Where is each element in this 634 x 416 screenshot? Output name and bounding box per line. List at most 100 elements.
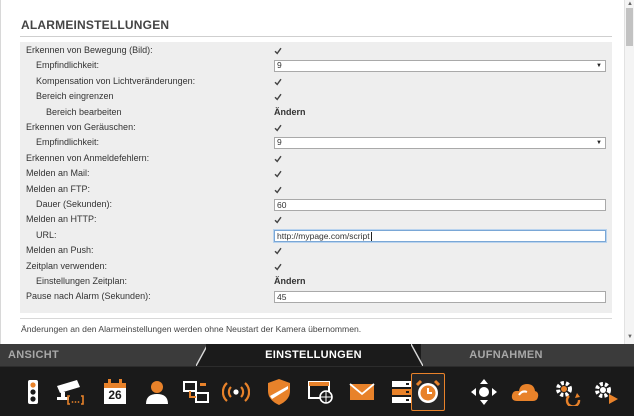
traffic-light-button[interactable]: [16, 373, 50, 411]
setting-label: Erkennen von Bewegung (Bild):: [26, 45, 153, 55]
dropdown-arrow-icon: ▼: [596, 63, 602, 70]
vertical-scrollbar[interactable]: ▲ ▼: [624, 0, 634, 344]
note-divider: [20, 318, 612, 319]
setting-row: Empfindlichkeit: 9 ▼: [20, 58, 612, 73]
user-icon: [144, 379, 170, 405]
cloud-icon: [510, 381, 540, 403]
setting-row: Bereich bearbeiten Ändern: [20, 105, 612, 120]
gear-sync-icon: [553, 378, 581, 406]
gear-play-button[interactable]: [588, 373, 622, 411]
setting-checkbox[interactable]: [274, 47, 282, 55]
wireless-button[interactable]: [219, 373, 253, 411]
alarm-settings-form: Erkennen von Bewegung (Bild): Empfindlich…: [20, 42, 612, 313]
select-value: 9: [277, 60, 282, 71]
wireless-icon: [222, 380, 250, 404]
change-link[interactable]: Ändern: [274, 105, 306, 120]
setting-row: Erkennen von Geräuschen:: [20, 120, 612, 135]
setting-label: Bereich eingrenzen: [36, 91, 114, 102]
scrollbar-thumb[interactable]: [626, 8, 633, 46]
calendar-day: 26: [108, 388, 122, 402]
setting-checkbox[interactable]: [274, 247, 282, 255]
setting-row: Erkennen von Anmeldefehlern:: [20, 151, 612, 166]
setting-row: Kompensation von Lichtveränderungen:: [20, 74, 612, 89]
settings-toolbar: 26: [0, 366, 634, 416]
checkmark-icon: [274, 170, 282, 178]
web-browser-button[interactable]: [304, 373, 338, 411]
checkmark-icon: [274, 247, 282, 255]
shield-button[interactable]: [262, 373, 296, 411]
gear-play-icon: [591, 378, 619, 406]
number-input[interactable]: 60: [274, 199, 606, 211]
setting-label: Einstellungen Zeitplan:: [36, 276, 128, 286]
setting-label: Dauer (Sekunden):: [36, 199, 113, 209]
calendar-icon: 26: [102, 378, 128, 406]
setting-checkbox[interactable]: [274, 170, 282, 178]
setting-label: Melden an FTP:: [26, 183, 91, 194]
network-devices-button[interactable]: [179, 373, 213, 411]
setting-checkbox[interactable]: [274, 263, 282, 271]
gear-sync-button[interactable]: [550, 373, 584, 411]
sensitivity-select[interactable]: 9 ▼: [274, 60, 606, 72]
setting-checkbox[interactable]: [274, 186, 282, 194]
setting-checkbox[interactable]: [274, 155, 282, 163]
setting-checkbox[interactable]: [274, 78, 282, 86]
select-value: 9: [277, 137, 282, 148]
main-tab-bar: ANSICHT EINSTELLUNGEN AUFNAHMEN: [0, 344, 634, 366]
mail-button[interactable]: [345, 373, 379, 411]
pan-tilt-button[interactable]: [467, 373, 501, 411]
mail-icon: [348, 381, 376, 403]
setting-label: Melden an Mail:: [26, 168, 90, 179]
tab-einstellungen[interactable]: EINSTELLUNGEN: [206, 344, 421, 366]
setting-row: Zeitplan verwenden:: [20, 259, 612, 274]
calendar-button[interactable]: 26: [98, 373, 132, 411]
setting-label: Empfindlichkeit:: [36, 137, 100, 148]
setting-row: Melden an HTTP:: [20, 212, 612, 227]
user-button[interactable]: [140, 373, 174, 411]
setting-row: Melden an Push:: [20, 243, 612, 258]
checkmark-icon: [274, 263, 282, 271]
scroll-down-arrow-icon[interactable]: ▼: [626, 333, 634, 341]
input-value: 60: [277, 200, 287, 210]
title-divider: [20, 36, 612, 37]
setting-row: Melden an FTP:: [20, 182, 612, 197]
url-input[interactable]: http://mypage.com/script: [274, 229, 606, 242]
input-value: http://mypage.com/script: [277, 230, 370, 241]
change-link[interactable]: Ändern: [274, 274, 306, 289]
setting-label: Melden an Push:: [26, 245, 94, 256]
setting-row: Einstellungen Zeitplan: Ändern: [20, 274, 612, 289]
setting-checkbox[interactable]: [274, 93, 282, 101]
setting-checkbox[interactable]: [274, 216, 282, 224]
setting-label: Erkennen von Geräuschen:: [26, 122, 136, 132]
setting-row: URL: http://mypage.com/script: [20, 228, 612, 243]
sensitivity-select[interactable]: 9 ▼: [274, 137, 606, 149]
network-devices-icon: [182, 379, 210, 405]
setting-row: Dauer (Sekunden): 60: [20, 197, 612, 212]
page-title: ALARMEINSTELLUNGEN: [21, 18, 170, 32]
setting-label: URL:: [36, 229, 57, 240]
setting-row: Bereich eingrenzen: [20, 89, 612, 104]
setting-label: Bereich bearbeiten: [46, 106, 122, 117]
settings-note: Änderungen an den Alarmeinstellungen wer…: [21, 324, 362, 334]
setting-row: Erkennen von Bewegung (Bild):: [20, 43, 612, 58]
setting-checkbox[interactable]: [274, 124, 282, 132]
setting-row: Pause nach Alarm (Sekunden): 45: [20, 289, 612, 304]
shield-icon: [267, 378, 291, 406]
pan-tilt-icon: [470, 378, 498, 406]
alarm-clock-button[interactable]: [411, 373, 445, 411]
dropdown-arrow-icon: ▼: [596, 140, 602, 147]
setting-label: Kompensation von Lichtveränderungen:: [36, 75, 196, 86]
web-browser-icon: [307, 379, 335, 405]
text-caret: [370, 232, 372, 241]
scroll-up-arrow-icon[interactable]: ▲: [626, 0, 634, 8]
checkmark-icon: [274, 216, 282, 224]
checkmark-icon: [274, 124, 282, 132]
cloud-button[interactable]: [508, 373, 542, 411]
checkmark-icon: [274, 93, 282, 101]
alarm-clock-icon: [414, 378, 442, 406]
tab-ansicht[interactable]: ANSICHT: [0, 344, 95, 366]
setting-label: Pause nach Alarm (Sekunden):: [26, 291, 151, 302]
traffic-light-icon: [22, 379, 44, 405]
camera-recording-button[interactable]: [53, 373, 87, 411]
tab-aufnahmen[interactable]: AUFNAHMEN: [421, 344, 591, 366]
number-input[interactable]: 45: [274, 291, 606, 304]
